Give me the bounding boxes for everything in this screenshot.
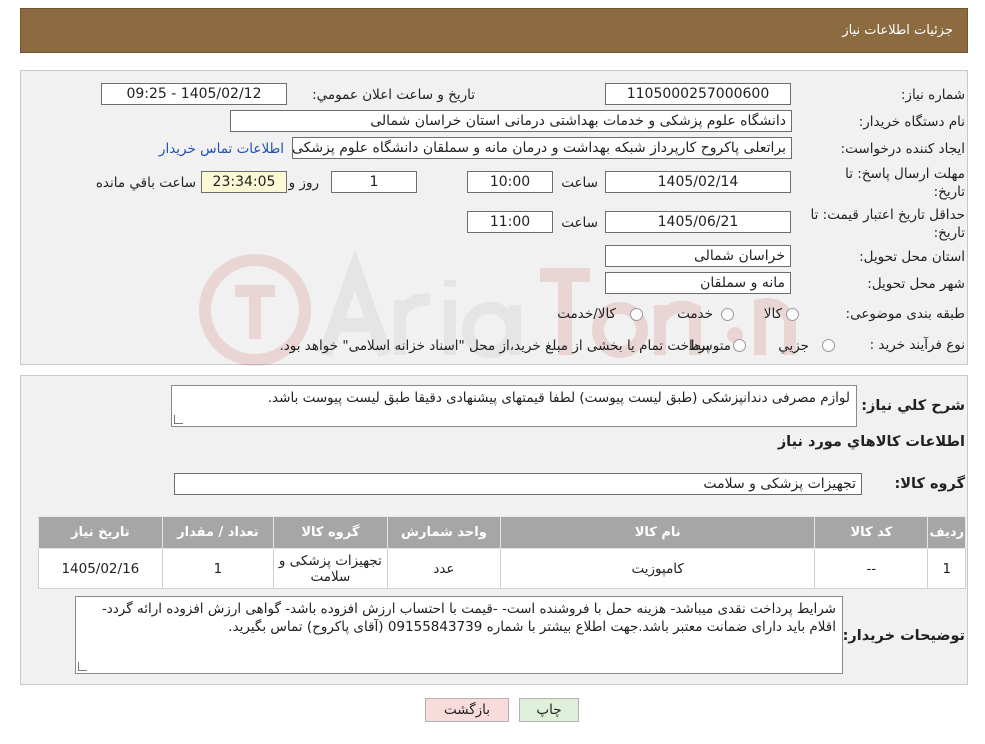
- buyer-field: دانشگاه علوم پزشکی و خدمات بهداشتی درمان…: [230, 110, 792, 132]
- category-option-service: خدمت: [677, 306, 713, 322]
- summary-label: شرح کلي نیاز:: [861, 398, 965, 414]
- province-label: استان محل تحویل:: [859, 249, 965, 265]
- col-need-date: تاریخ نیاز: [38, 516, 163, 549]
- validity-time-label: ساعت: [561, 215, 598, 231]
- validity-label: حداقل تاریخ اعتبار قیمت: تا: [810, 207, 965, 223]
- goods-group-field: تجهیزات پزشکی و سلامت: [174, 473, 862, 495]
- process-label: نوع فرآیند خرید :: [869, 337, 965, 353]
- buyer-label: نام دستگاه خریدار:: [858, 114, 965, 130]
- cell-row-number: 1: [927, 548, 966, 589]
- goods-table: ردیف کد کالا نام کالا واحد شمارش گروه کا…: [38, 516, 966, 589]
- category-radio-goods[interactable]: [786, 308, 799, 321]
- announce-datetime-field: 1405/02/12 - 09:25: [101, 83, 287, 105]
- process-radio-medium[interactable]: [733, 339, 746, 352]
- category-radio-goods-service[interactable]: [630, 308, 643, 321]
- cell-need-date: 1405/02/16: [38, 548, 163, 589]
- category-label: طبقه بندی موضوعی:: [845, 306, 965, 322]
- cell-goods-group: تجهیزات پزشکی و سلامت: [273, 548, 388, 589]
- page-title: جزئیات اطلاعات نیاز: [842, 23, 953, 38]
- need-number-field: 1105000257000600: [605, 83, 791, 105]
- process-option-partial: جزیي: [778, 338, 809, 354]
- validity-label-2: تاریخ:: [933, 225, 965, 241]
- creator-label: ایجاد کننده درخواست:: [840, 141, 965, 157]
- deadline-label-2: تاریخ:: [933, 184, 965, 200]
- category-option-goods-service: کالا/خدمت: [557, 306, 616, 322]
- buyer-contact-link[interactable]: اطلاعات تماس خریدار: [159, 141, 284, 157]
- print-button[interactable]: چاپ: [519, 698, 579, 722]
- goods-info-title: اطلاعات کالاهاي مورد نیاز: [777, 434, 965, 450]
- table-header-row: ردیف کد کالا نام کالا واحد شمارش گروه کا…: [38, 516, 966, 549]
- validity-time-field: 11:00: [467, 211, 553, 233]
- col-goods-code: کد کالا: [814, 516, 929, 549]
- buyer-notes-text: شرایط پرداخت نقدی میباشد- هزینه حمل با ف…: [101, 601, 836, 635]
- buyer-notes-textarea[interactable]: شرایط پرداخت نقدی میباشد- هزینه حمل با ف…: [75, 596, 843, 674]
- goods-group-label: گروه کالا:: [894, 476, 965, 492]
- category-radio-service[interactable]: [721, 308, 734, 321]
- cell-goods-name: کامپوزیت: [500, 548, 816, 589]
- need-number-label: شماره نیاز:: [900, 87, 965, 103]
- resize-grip-icon[interactable]: [174, 415, 183, 424]
- resize-grip-icon[interactable]: [78, 662, 87, 671]
- validity-date-field: 1405/06/21: [605, 211, 791, 233]
- remaining-label: ساعت باقي مانده: [95, 175, 196, 191]
- buyer-notes-label: توضیحات خریدار:: [842, 628, 965, 644]
- table-row: 1 -- کامپوزیت عدد تجهیزات پزشکی و سلامت …: [38, 548, 966, 589]
- days-label: روز و: [288, 175, 319, 191]
- city-label: شهر محل تحویل:: [867, 276, 965, 292]
- col-row-number: ردیف: [927, 516, 966, 549]
- city-field: مانه و سملقان: [605, 272, 791, 294]
- col-goods-name: نام کالا: [500, 516, 816, 549]
- cell-goods-code: --: [814, 548, 929, 589]
- back-button[interactable]: بازگشت: [425, 698, 509, 722]
- deadline-label: مهلت ارسال پاسخ: تا: [845, 166, 965, 182]
- province-field: خراسان شمالی: [605, 245, 791, 267]
- deadline-time-label: ساعت: [561, 175, 598, 191]
- col-quantity: تعداد / مقدار: [161, 516, 275, 549]
- category-option-goods: کالا: [763, 306, 782, 322]
- summary-text: لوازم مصرفی دندانپزشکی (طبق لیست پیوست) …: [267, 390, 850, 406]
- page-header: جزئیات اطلاعات نیاز: [20, 8, 968, 53]
- process-treasury-note: پرداخت تمام یا بخشی از مبلغ خرید،از محل …: [279, 338, 710, 354]
- remaining-time-field: 23:34:05: [201, 171, 287, 193]
- cell-unit: عدد: [386, 548, 502, 589]
- col-unit: واحد شمارش: [386, 516, 502, 549]
- days-remaining-field: 1: [331, 171, 417, 193]
- deadline-time-field: 10:00: [467, 171, 553, 193]
- creator-field: براتعلی پاکروح کارپرداز شبکه بهداشت و در…: [292, 137, 792, 159]
- process-radio-partial[interactable]: [822, 339, 835, 352]
- announce-label: تاریخ و ساعت اعلان عمومي:: [312, 87, 475, 103]
- cell-quantity: 1: [161, 548, 275, 589]
- deadline-date-field: 1405/02/14: [605, 171, 791, 193]
- col-goods-group: گروه کالا: [273, 516, 388, 549]
- summary-textarea[interactable]: لوازم مصرفی دندانپزشکی (طبق لیست پیوست) …: [171, 385, 857, 427]
